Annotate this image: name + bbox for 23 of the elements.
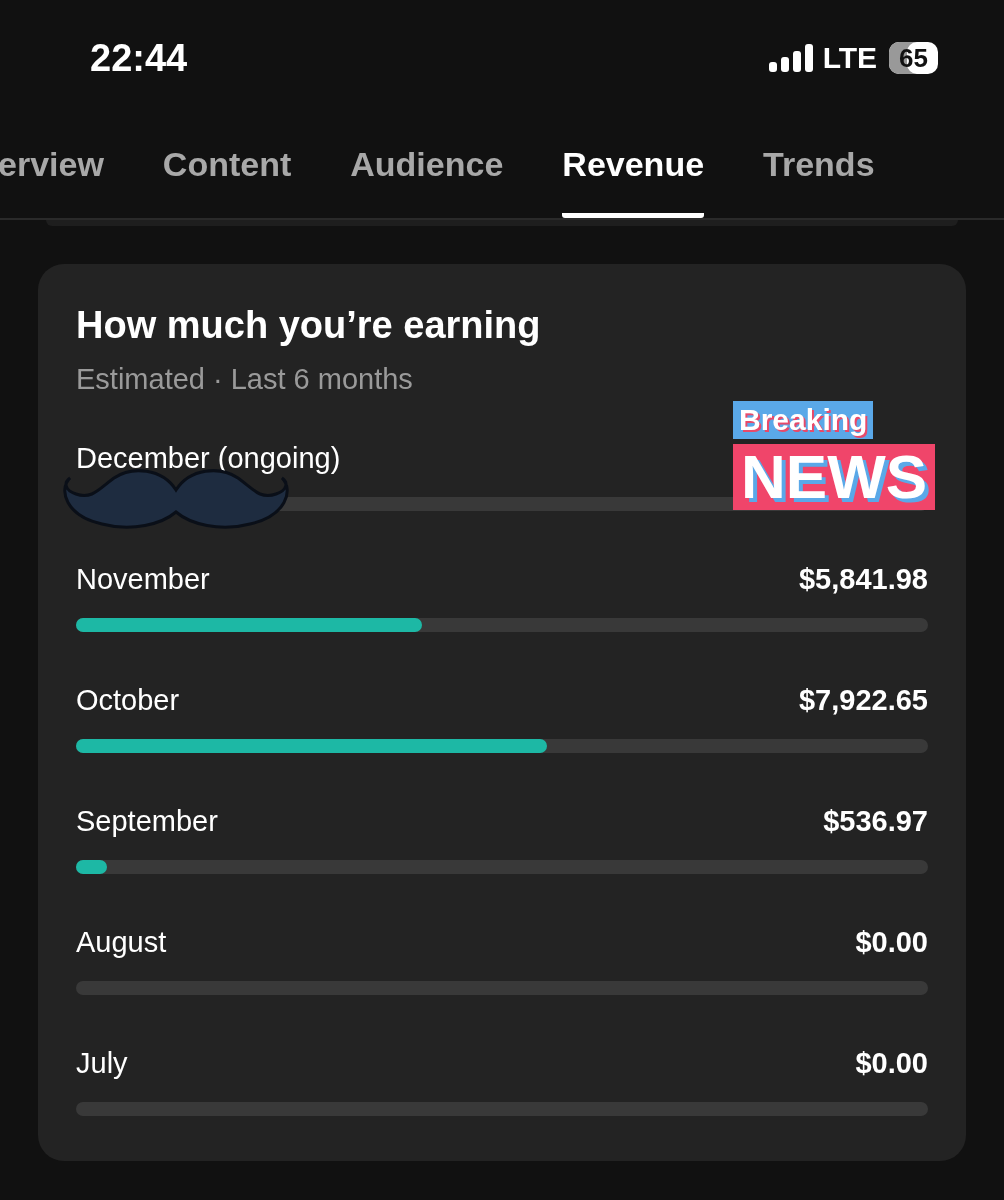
amount-value: $7,922.65 [799, 684, 928, 717]
tab[interactable]: Trends [763, 120, 875, 218]
status-time: 22:44 [90, 36, 188, 80]
month-label: September [76, 805, 218, 838]
amount-value: $536.97 [823, 805, 928, 838]
month-label: December (ongoing) [76, 442, 341, 475]
network-label: LTE [822, 41, 878, 75]
tab[interactable]: erview [0, 120, 104, 218]
card-subtitle: Estimated · Last 6 months [76, 363, 414, 396]
tab[interactable]: Audience [350, 120, 504, 218]
signal-icon [768, 44, 815, 72]
tab[interactable]: Content [162, 120, 292, 218]
month-label: July [76, 1047, 128, 1080]
card-title: How much you’re earning [76, 304, 542, 347]
battery-indicator: 65 [889, 42, 938, 74]
amount-value: $0.00 [855, 1047, 928, 1080]
month-label: November [76, 563, 210, 596]
month-label: August [76, 926, 167, 959]
amount-value: $0.00 [855, 926, 928, 959]
sticker-label: NEWS [733, 444, 935, 510]
month-label: October [76, 684, 180, 717]
sticker-label: Breaking [733, 401, 874, 439]
amount-value: $5,841.98 [799, 563, 928, 596]
